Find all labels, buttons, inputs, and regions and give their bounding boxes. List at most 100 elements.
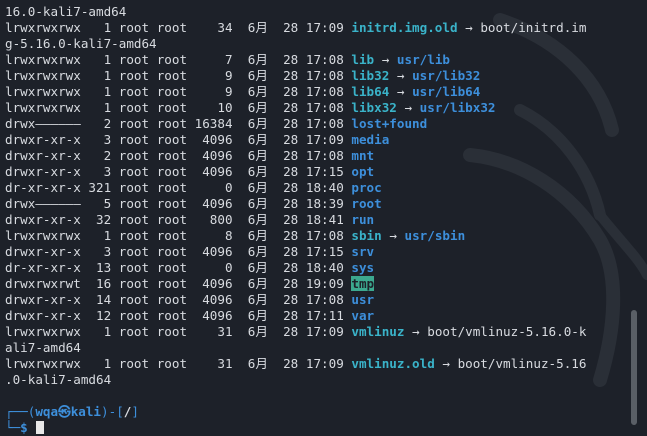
file-group: root [156, 100, 188, 115]
file-month: 6月 [247, 20, 268, 35]
link-count: 14 [88, 292, 112, 307]
file-day: 28 [283, 228, 299, 243]
file-month: 6月 [247, 260, 268, 275]
file-size: 4096 [194, 196, 233, 211]
file-day: 28 [283, 196, 299, 211]
symlink-target: usr/lib64 [412, 84, 481, 99]
file-month: 6月 [247, 292, 268, 307]
file-group: root [156, 164, 188, 179]
terminal-line: lrwxrwxrwx 1 root root 9 6月 28 17:08 lib… [5, 84, 625, 100]
file-month: 6月 [247, 68, 268, 83]
file-permissions: lrwxrwxrwx [5, 356, 81, 371]
prompt-frame: ] [131, 404, 139, 419]
terminal-line: g-5.16.0-kali7-amd64 [5, 36, 625, 52]
file-permissions: drwxrwxrwt [5, 276, 81, 291]
terminal-line: drwxr-xr-x 3 root root 4096 6月 28 17:15 … [5, 164, 625, 180]
file-time: 17:08 [305, 100, 344, 115]
scrollbar-thumb[interactable] [631, 310, 637, 425]
file-group: root [156, 324, 188, 339]
link-count: 1 [88, 228, 112, 243]
symlink-arrow-icon: → [404, 100, 413, 115]
file-permissions: drwxr-xr-x [5, 212, 81, 227]
file-group: root [156, 212, 188, 227]
wrapped-text: .0-kali7-amd64 [5, 372, 112, 387]
file-permissions: drwx—————— [5, 196, 81, 211]
file-owner: root [118, 148, 150, 163]
file-size: 34 [194, 20, 233, 35]
file-month: 6月 [247, 196, 268, 211]
file-name: sys [351, 260, 375, 275]
file-month: 6月 [247, 116, 268, 131]
file-day: 28 [283, 276, 299, 291]
file-month: 6月 [247, 52, 268, 67]
file-time: 18:39 [305, 196, 344, 211]
link-count: 32 [88, 212, 112, 227]
file-month: 6月 [247, 180, 268, 195]
wrapped-text: ali7-amd64 [5, 340, 81, 355]
file-time: 17:09 [305, 324, 344, 339]
file-time: 18:40 [305, 180, 344, 195]
file-group: root [156, 84, 188, 99]
file-time: 18:41 [305, 212, 344, 227]
file-group: root [156, 260, 188, 275]
file-permissions: drwx—————— [5, 116, 81, 131]
terminal-line: lrwxrwxrwx 1 root root 34 6月 28 17:09 in… [5, 20, 625, 36]
file-time: 17:08 [305, 292, 344, 307]
file-group: root [156, 132, 188, 147]
file-permissions: drwxr-xr-x [5, 132, 81, 147]
file-owner: root [118, 292, 150, 307]
file-name: var [351, 308, 375, 323]
file-size: 10 [194, 100, 233, 115]
file-group: root [156, 196, 188, 211]
file-size: 31 [194, 324, 233, 339]
file-month: 6月 [247, 324, 268, 339]
file-day: 28 [283, 116, 299, 131]
file-size: 8 [194, 228, 233, 243]
file-owner: root [118, 356, 150, 371]
file-size: 800 [194, 212, 233, 227]
terminal-line: lrwxrwxrwx 1 root root 9 6月 28 17:08 lib… [5, 68, 625, 84]
terminal-line: lrwxrwxrwx 1 root root 31 6月 28 17:09 vm… [5, 324, 625, 340]
file-time: 17:15 [305, 244, 344, 259]
terminal-line: lrwxrwxrwx 1 root root 31 6月 28 17:09 vm… [5, 356, 625, 372]
file-group: root [156, 244, 188, 259]
file-permissions: dr-xr-xr-x [5, 180, 81, 195]
file-owner: root [118, 84, 150, 99]
file-name: mnt [351, 148, 375, 163]
file-size: 0 [194, 260, 233, 275]
file-time: 17:08 [305, 116, 344, 131]
symlink-target: boot/vmlinuz-5.16 [457, 356, 587, 371]
symlink-target: usr/sbin [404, 228, 466, 243]
terminal-line: 16.0-kali7-amd64 [5, 4, 625, 20]
file-size: 4096 [194, 292, 233, 307]
file-day: 28 [283, 68, 299, 83]
file-time: 17:08 [305, 84, 344, 99]
file-time: 17:08 [305, 148, 344, 163]
file-permissions: lrwxrwxrwx [5, 84, 81, 99]
link-count: 1 [88, 356, 112, 371]
file-time: 17:09 [305, 132, 344, 147]
wrapped-text: g-5.16.0-kali7-amd64 [5, 36, 157, 51]
symlink-arrow-icon: → [442, 356, 450, 371]
symlink-arrow-icon: → [381, 52, 390, 67]
file-permissions: lrwxrwxrwx [5, 100, 81, 115]
file-time: 17:11 [305, 308, 344, 323]
file-time: 17:08 [305, 52, 344, 67]
terminal-scrollbar[interactable] [631, 0, 637, 436]
file-time: 18:40 [305, 260, 344, 275]
file-size: 9 [194, 84, 233, 99]
terminal-line: drwx—————— 2 root root 16384 6月 28 17:08… [5, 116, 625, 132]
prompt-user: wqa [35, 404, 59, 419]
file-owner: root [118, 116, 150, 131]
file-day: 28 [283, 180, 299, 195]
symlink-arrow-icon: → [465, 20, 473, 35]
file-group: root [156, 180, 188, 195]
symlink-arrow-icon: → [396, 84, 405, 99]
shell-prompt-input[interactable]: └─$ [5, 420, 625, 436]
file-time: 17:09 [305, 356, 344, 371]
file-day: 28 [283, 244, 299, 259]
file-owner: root [118, 20, 150, 35]
link-count: 3 [88, 164, 112, 179]
terminal-line: drwxr-xr-x 12 root root 4096 6月 28 17:11… [5, 308, 625, 324]
file-owner: root [118, 68, 150, 83]
